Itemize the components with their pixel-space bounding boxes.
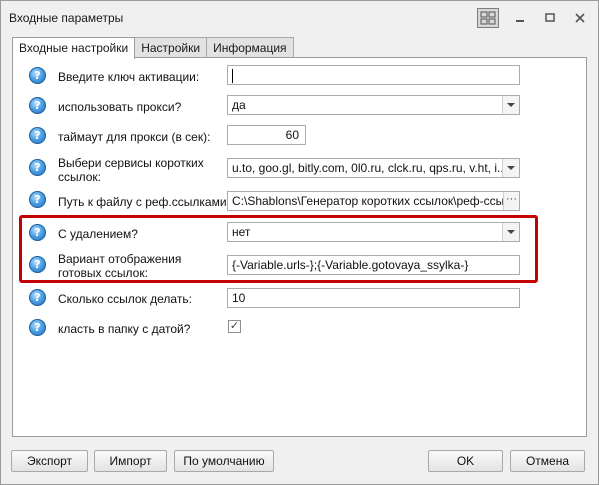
ref-file-path-input[interactable]: C:\Shablons\Генератор коротких ссылок\ре…: [227, 191, 520, 211]
short-services-select[interactable]: u.to, goo.gl, bitly.com, 0l0.ru, clck.ru…: [227, 158, 520, 178]
links-count-input[interactable]: 10: [227, 288, 520, 308]
layout-icon[interactable]: [477, 8, 499, 28]
help-icon[interactable]: ?: [29, 127, 46, 144]
ref-file-path-label: Путь к файлу с реф.ссылками:: [58, 195, 230, 209]
window-title: Входные параметры: [9, 11, 124, 25]
proxy-timeout-input[interactable]: 60: [227, 125, 306, 145]
with-delete-select[interactable]: нет: [227, 222, 520, 242]
close-icon[interactable]: [570, 8, 590, 28]
help-icon[interactable]: ?: [29, 191, 46, 208]
text-cursor: [232, 68, 233, 83]
date-folder-label: класть в папку с датой?: [58, 322, 191, 336]
help-icon[interactable]: ?: [29, 289, 46, 306]
with-delete-label: С удалением?: [58, 227, 138, 241]
links-count-label: Сколько ссылок делать:: [58, 292, 192, 306]
help-icon[interactable]: ?: [29, 319, 46, 336]
display-variant-input[interactable]: {-Variable.urls-};{-Variable.gotovaya_ss…: [227, 255, 520, 275]
chevron-down-icon[interactable]: [502, 159, 519, 177]
defaults-button[interactable]: По умолчанию: [174, 450, 274, 472]
tab-information[interactable]: Информация: [206, 37, 294, 58]
tab-bar: Входные настройки Настройки Информация: [12, 37, 294, 59]
tab-settings[interactable]: Настройки: [134, 37, 208, 58]
use-proxy-select[interactable]: да: [227, 95, 520, 115]
activation-key-label: Введите ключ активации:: [58, 70, 200, 84]
activation-key-input[interactable]: [227, 65, 520, 85]
input-params-window: Входные параметры Входные настройки Наст…: [0, 0, 599, 485]
minimize-icon[interactable]: [510, 8, 530, 28]
browse-button[interactable]: ···: [503, 192, 519, 210]
maximize-icon[interactable]: [540, 8, 560, 28]
help-icon[interactable]: ?: [29, 224, 46, 241]
import-button[interactable]: Импорт: [94, 450, 167, 472]
help-icon[interactable]: ?: [29, 67, 46, 84]
use-proxy-label: использовать прокси?: [58, 100, 182, 114]
display-variant-label: Вариант отображения готовых ссылок:: [58, 252, 182, 280]
short-services-label: Выбери сервисы коротких ссылок:: [58, 156, 204, 184]
chevron-down-icon[interactable]: [502, 223, 519, 241]
help-icon[interactable]: ?: [29, 159, 46, 176]
input-settings-panel: ? Введите ключ активации: ? использовать…: [12, 57, 587, 437]
titlebar: Входные параметры: [1, 1, 598, 35]
chevron-down-icon[interactable]: [502, 96, 519, 114]
date-folder-checkbox[interactable]: ✓: [228, 320, 241, 333]
cancel-button[interactable]: Отмена: [510, 450, 585, 472]
proxy-timeout-label: таймаут для прокси (в сек):: [58, 130, 211, 144]
tab-input-settings[interactable]: Входные настройки: [12, 37, 136, 59]
export-button[interactable]: Экспорт: [11, 450, 88, 472]
ok-button[interactable]: OK: [428, 450, 503, 472]
help-icon[interactable]: ?: [29, 256, 46, 273]
help-icon[interactable]: ?: [29, 97, 46, 114]
